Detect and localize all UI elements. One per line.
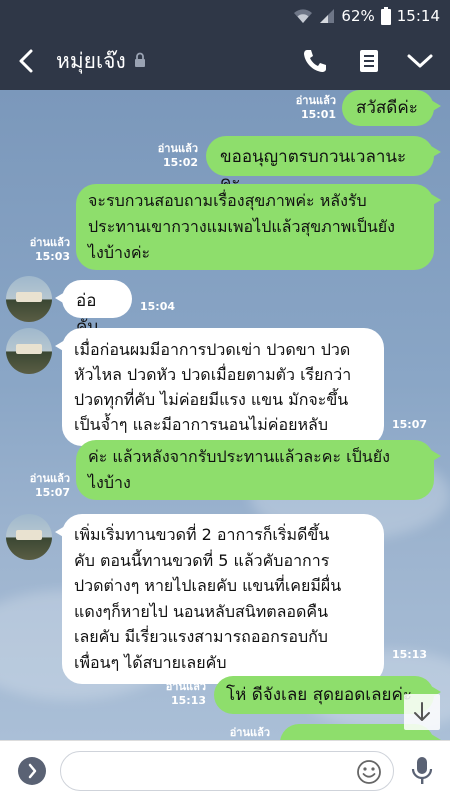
avatar[interactable] [6,328,52,374]
message-line: หัวไหล ปวดหัว ปวดเมื่อยตามตัว เรียกว่า [74,365,352,384]
message-bubble-received[interactable]: เพิ่มเริ่มทานขวดที่ 2 อาการก็เริ่มดีขึ้น… [55,514,384,684]
message-bubble-sent[interactable]: ค่ะ แล้วหลังจากรับประทานแล้วละคะ เป็นยัง… [76,440,441,500]
clock: 15:14 [396,7,440,25]
message-line: ค่ะ แล้วหลังจากรับประทานแล้วละคะ เป็นยัง [88,447,390,466]
battery-icon [380,7,391,25]
message-time: 15:07 [34,486,70,499]
message-line: ปวดต่างๆ หายไปเลยคับ แขนที่เคยมีผื่น [74,576,342,595]
message-time: 15:13 [392,648,428,661]
message-time: 15:01 [300,108,336,121]
message-time: 15:03 [34,250,70,263]
message-line: ปวดทุกที่คับ ไม่ค่อยมีแรง แขน มักจะขึ้น [74,390,349,409]
scroll-to-bottom-button[interactable] [404,694,440,730]
message-meta: 15:04 [140,300,190,314]
message-meta: อ่านแล้ว 15:13 [150,680,206,708]
message-bubble-sent[interactable]: ขออนุญาตรบกวนเวลานะคะ [206,136,441,193]
message-line: จะรบกวนสอบถามเรื่องสุขภาพค่ะ หลังรับ [88,191,367,210]
chat-title: หมุ่ยเจ๊ง [56,49,126,73]
message-meta: อ่านแล้ว 15:01 [280,94,336,122]
message-line: เมื่อก่อนผมมีอาการปวดเข่า ปวดขา ปวด [74,340,351,359]
battery-percent: 62% [341,7,375,25]
avatar[interactable] [6,276,52,322]
message-bubble-sent[interactable]: โห่ ดีจังเลย สุดยอดเลยค่ะ [214,676,441,714]
message-line: ไงบ้าง [88,473,131,492]
message-text: สวัสดีค่ะ [356,98,418,118]
message-time: 15:13 [170,694,206,707]
chevron-down-icon[interactable] [405,46,435,76]
read-receipt: อ่านแล้ว [165,680,206,693]
message-meta: อ่านแล้ว 15:02 [144,142,198,170]
emoji-icon[interactable] [355,758,383,786]
avatar-boat [16,292,42,302]
read-receipt: อ่านแล้ว [295,94,336,107]
notes-icon[interactable] [354,46,384,76]
chat-header: หมุ่ยเจ๊ง [0,32,450,90]
message-line: ไงบ้างค่ะ [88,243,151,262]
message-bubble-received[interactable]: เมื่อก่อนผมมีอาการปวดเข่า ปวดขา ปวด หัวไ… [55,328,384,446]
message-time: 15:04 [140,300,176,313]
message-line: เลยคับ มีเรี่ยวแรงสามารถออกรอบกับ [74,627,328,646]
chat-area[interactable]: อ่านแล้ว 15:01 สวัสดีค่ะ อ่านแล้ว 15:02 … [0,90,450,740]
expand-button[interactable] [18,757,46,785]
microphone-icon[interactable] [408,755,436,787]
avatar-boat [16,530,42,540]
message-line: เพิ่มเริ่มทานขวดที่ 2 อาการก็เริ่มดีขึ้น [74,525,330,544]
read-receipt: อ่านแล้ว [157,142,198,155]
status-bar-right: 62% 15:14 [293,0,440,32]
lock-icon [135,52,145,67]
status-bar: 62% 15:14 [0,0,450,32]
message-meta: อ่านแล้ว [214,726,270,740]
message-bubble-sent[interactable]: สวัสดีค่ะ [342,90,441,126]
message-text: โห่ ดีจังเลย สุดยอดเลยค่ะ [226,685,412,705]
read-receipt: อ่านแล้ว [229,726,270,739]
message-line: คับ ตอนนี้ทานขวดที่ 5 แล้วคับอาการ [74,550,330,570]
message-line: เพื่อนๆ ได้สบายเลยคับ [74,652,227,672]
message-meta: อ่านแล้ว 15:03 [10,236,70,264]
back-icon[interactable] [12,46,40,76]
message-time: 15:02 [162,156,198,169]
arrow-down-icon [414,702,430,721]
message-meta: 15:13 [392,648,442,662]
phone-icon[interactable] [300,46,330,76]
signal-icon [320,9,335,23]
read-receipt: อ่านแล้ว [29,236,70,249]
message-line: ประทานเขากวางแมเพอไปแล้วสุขภาพเป็นยัง [88,217,395,236]
avatar[interactable] [6,514,52,560]
avatar-boat [16,344,42,354]
message-bubble-sent[interactable]: จะรบกวนสอบถามเรื่องสุขภาพค่ะ หลังรับ ประ… [76,184,441,270]
message-time: 15:07 [392,418,428,431]
expand-icon [28,763,37,779]
message-meta: 15:07 [392,418,442,432]
message-bubble-received[interactable]: อ่อคับ [55,280,132,337]
message-line: แดงๆก็หายไป นอนหลับสนิทตลอดคืน [74,601,329,621]
message-meta: อ่านแล้ว 15:07 [10,472,70,500]
message-input[interactable] [75,760,345,784]
wifi-icon [294,9,313,23]
message-field[interactable] [60,751,394,791]
message-input-bar [0,740,450,800]
read-receipt: อ่านแล้ว [29,472,70,485]
message-line: เป็นจ้ำๆ และมีอาการนอนไม่ค่อยหลับ [74,415,328,434]
